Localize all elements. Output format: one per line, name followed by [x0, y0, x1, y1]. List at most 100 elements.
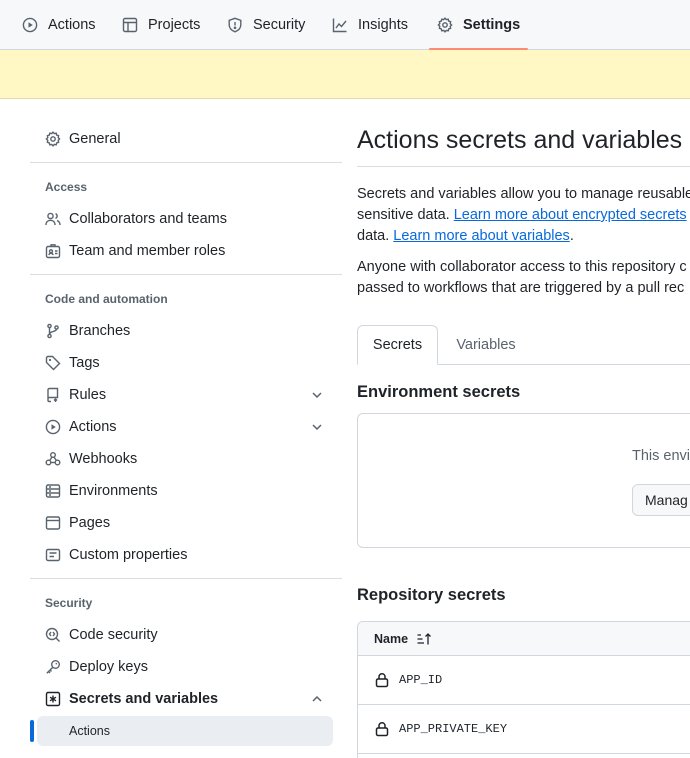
sidebar-divider	[30, 274, 342, 275]
tab-secrets[interactable]: Secrets	[357, 325, 438, 365]
play-icon	[22, 17, 38, 33]
chevron-up-icon[interactable]	[310, 692, 324, 706]
environment-secrets-heading: Environment secrets	[357, 383, 521, 401]
sidebar-item-label: Rules	[69, 387, 107, 403]
sidebar-item-rules[interactable]: Rules	[30, 379, 342, 411]
manage-environments-button[interactable]: Manag	[632, 484, 690, 516]
nav-tab-label: Insights	[358, 17, 408, 33]
page-title: Actions secrets and variables	[357, 126, 683, 154]
nav-tab-insights[interactable]: Insights	[332, 0, 408, 50]
sidebar-item-label: Branches	[69, 323, 131, 339]
environment-secrets-box	[357, 413, 690, 548]
sidebar-item-label: Deploy keys	[69, 659, 148, 675]
tab-variables[interactable]: Variables	[440, 325, 532, 365]
sidebar-item-collaborators[interactable]: Collaborators and teams	[30, 203, 342, 235]
tab-label: Secrets	[372, 337, 423, 353]
access-note-line: passed to workflows that are triggered b…	[357, 280, 685, 296]
repository-secrets-heading: Repository secrets	[357, 586, 506, 604]
table-row[interactable]: APP_PRIVATE_KEY	[358, 705, 690, 754]
sidebar-item-deploy-keys[interactable]: Deploy keys	[30, 651, 342, 683]
intro-paragraph: Secrets and variables allow you to manag…	[357, 184, 690, 247]
tag-icon	[45, 355, 61, 371]
secret-name: APP_PRIVATE_KEY	[399, 722, 508, 736]
intro-text: sensitive data.	[357, 207, 454, 223]
sidebar-item-label: Custom properties	[69, 547, 188, 563]
repo-nav-bar: Actions Projects Security Insights Setti…	[0, 0, 690, 50]
sidebar-item-actions[interactable]: Actions	[30, 411, 342, 443]
intro-line: data. Learn more about variables.	[357, 226, 690, 247]
sidebar-item-branches[interactable]: Branches	[30, 315, 342, 347]
secret-name: APP_ID	[399, 673, 443, 687]
encrypted-secrets-link[interactable]: Learn more about encrypted secrets	[454, 207, 687, 223]
nav-tab-settings[interactable]: Settings	[428, 0, 529, 50]
sidebar-item-secrets-and-variables[interactable]: Secrets and variables	[30, 683, 342, 715]
webhook-icon	[45, 451, 61, 467]
sidebar-item-label: Code security	[69, 627, 158, 643]
sidebar-divider	[30, 162, 342, 163]
sidebar-item-label: Actions	[69, 419, 117, 435]
sidebar-item-webhooks[interactable]: Webhooks	[30, 443, 342, 475]
sidebar-item-custom-properties[interactable]: Custom properties	[30, 539, 342, 571]
repository-secrets-table: Name APP_ID APP_PRIVATE_KEY	[357, 621, 690, 758]
id-badge-icon	[45, 243, 61, 259]
sidebar-item-general[interactable]: General	[30, 123, 342, 155]
sidebar-subitem-actions[interactable]: Actions	[37, 716, 333, 746]
key-icon	[45, 659, 61, 675]
tab-label: Variables	[456, 337, 516, 353]
git-branch-icon	[45, 323, 61, 339]
access-note-paragraph: Anyone with collaborator access to this …	[357, 257, 690, 299]
sidebar-item-environments[interactable]: Environments	[30, 475, 342, 507]
codescan-icon	[45, 627, 61, 643]
intro-line: sensitive data. Learn more about encrypt…	[357, 205, 690, 226]
nav-tab-label: Actions	[48, 17, 96, 33]
nav-tab-actions[interactable]: Actions	[22, 0, 96, 50]
intro-text: data.	[357, 228, 394, 244]
sidebar-item-label: Team and member roles	[69, 243, 226, 259]
lock-icon	[374, 721, 390, 737]
chevron-down-icon[interactable]	[310, 388, 324, 402]
intro-text: .	[569, 228, 574, 244]
table-icon	[122, 17, 138, 33]
nav-tab-security[interactable]: Security	[227, 0, 305, 50]
active-item-indicator	[30, 720, 34, 742]
nav-tab-label: Security	[253, 17, 306, 33]
repo-push-icon	[45, 387, 61, 403]
sidebar-divider	[30, 578, 342, 579]
notice-banner	[0, 50, 690, 99]
nav-tab-label: Projects	[148, 17, 201, 33]
sidebar-item-label: Webhooks	[69, 451, 138, 467]
sidebar-heading-access: Access	[45, 180, 88, 194]
sidebar-item-label: Secrets and variables	[69, 691, 219, 707]
sidebar-item-team-roles[interactable]: Team and member roles	[30, 235, 342, 267]
graph-icon	[332, 17, 348, 33]
sidebar-item-tags[interactable]: Tags	[30, 347, 342, 379]
lock-icon	[374, 672, 390, 688]
environment-secrets-empty-text: This envi	[632, 448, 690, 464]
chevron-down-icon[interactable]	[310, 420, 324, 434]
sidebar-heading-security: Security	[45, 596, 93, 610]
play-icon	[45, 419, 61, 435]
people-icon	[45, 211, 61, 227]
key-asterisk-icon	[45, 691, 61, 707]
gear-icon	[437, 17, 453, 33]
access-note-line: Anyone with collaborator access to this …	[357, 259, 687, 275]
variables-link[interactable]: Learn more about variables	[393, 228, 570, 244]
gear-icon	[45, 131, 61, 147]
sidebar-subitem-label: Actions	[69, 724, 110, 738]
sidebar-item-label: General	[69, 131, 121, 147]
sidebar-item-label: Pages	[69, 515, 111, 531]
title-divider	[357, 166, 690, 167]
sidebar-item-label: Environments	[69, 483, 158, 499]
server-icon	[45, 483, 61, 499]
browser-icon	[45, 515, 61, 531]
name-column-header[interactable]: Name	[374, 632, 408, 646]
table-row[interactable]: APP_ID	[358, 656, 690, 705]
nav-tab-projects[interactable]: Projects	[122, 0, 200, 50]
sidebar-item-pages[interactable]: Pages	[30, 507, 342, 539]
note-icon	[45, 547, 61, 563]
sidebar-item-code-security[interactable]: Code security	[30, 619, 342, 651]
sidebar-item-label: Collaborators and teams	[69, 211, 227, 227]
table-header: Name	[358, 622, 690, 656]
sort-icon[interactable]	[416, 631, 432, 647]
sidebar-heading-code: Code and automation	[45, 292, 168, 306]
